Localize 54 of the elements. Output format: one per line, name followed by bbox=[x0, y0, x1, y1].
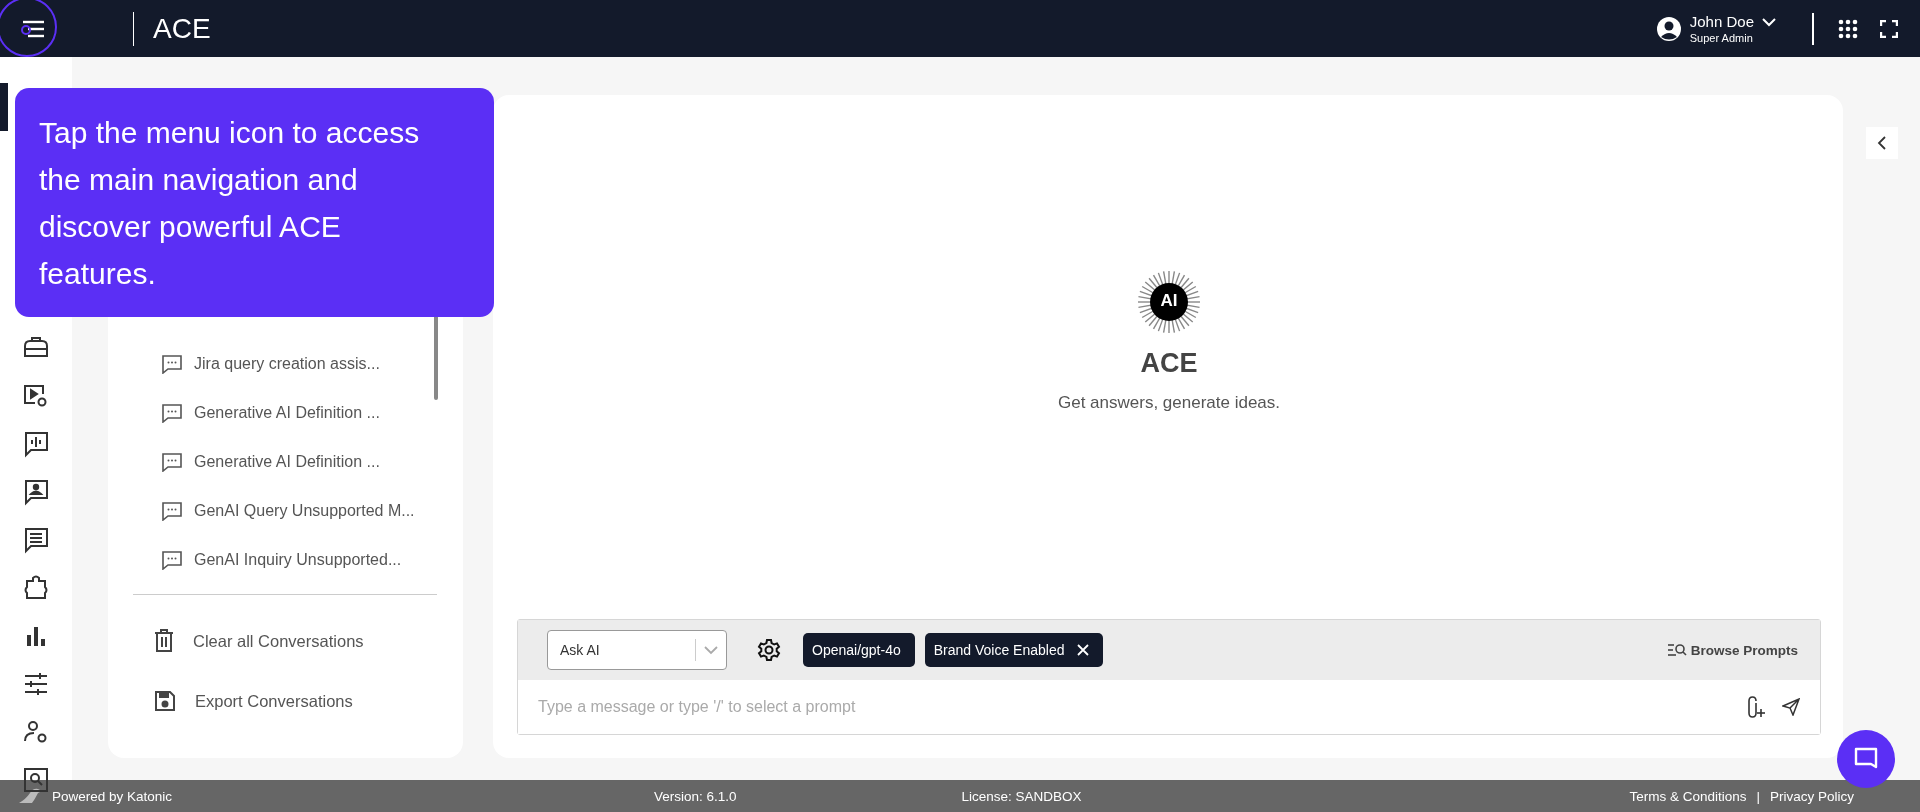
trash-icon bbox=[154, 629, 174, 653]
send-icon[interactable] bbox=[1782, 698, 1800, 716]
user-menu[interactable]: John Doe Super Admin bbox=[1655, 13, 1776, 44]
list-chat-icon[interactable] bbox=[22, 526, 50, 554]
sliders-icon[interactable] bbox=[22, 670, 50, 698]
contact-chat-icon[interactable] bbox=[22, 478, 50, 506]
close-icon[interactable] bbox=[1076, 644, 1089, 656]
chevron-down-icon bbox=[704, 645, 718, 655]
ai-badge-text: AI bbox=[1160, 291, 1178, 311]
search-doc-icon[interactable] bbox=[22, 766, 50, 794]
scrollbar-thumb[interactable] bbox=[434, 314, 438, 400]
terms-link[interactable]: Terms & Conditions bbox=[1629, 788, 1747, 804]
puzzle-icon[interactable] bbox=[22, 574, 50, 602]
hero-subtitle: Get answers, generate ideas. bbox=[1057, 393, 1281, 413]
version-text: Version: 6.1.0 bbox=[654, 788, 737, 804]
attach-icon[interactable] bbox=[1746, 695, 1766, 719]
browse-prompts-button[interactable]: Browse Prompts bbox=[1660, 641, 1804, 659]
chat-bubble-icon bbox=[161, 500, 183, 521]
user-name: John Doe bbox=[1689, 13, 1754, 30]
separator: | bbox=[1756, 788, 1760, 804]
chip-label: Brand Voice Enabled bbox=[933, 642, 1065, 658]
tooltip-text: Tap the menu icon to access the main navigation and discover powerful ACE features. bbox=[39, 115, 421, 292]
chat-bubble-icon bbox=[161, 353, 183, 374]
chat-bubble-icon bbox=[161, 549, 183, 570]
conversation-action[interactable]: Clear all Conversations bbox=[133, 611, 437, 671]
chevron-left-icon bbox=[1876, 135, 1887, 151]
license-text: License: SANDBOX bbox=[961, 788, 1082, 804]
chevron-down-icon bbox=[1762, 16, 1776, 27]
settings-icon[interactable] bbox=[757, 638, 781, 662]
voice-chat-icon[interactable] bbox=[22, 430, 50, 458]
avatar-icon bbox=[1655, 15, 1682, 42]
conversation-item[interactable]: Jira query creation assis... bbox=[133, 339, 437, 388]
menu-icon bbox=[20, 18, 46, 39]
conversation-item[interactable]: GenAI Query Unsupported M... bbox=[133, 486, 437, 535]
apps-grid-icon[interactable] bbox=[1838, 18, 1858, 39]
conversation-item[interactable]: Generative AI Definition ... bbox=[133, 437, 437, 486]
app-title: ACE bbox=[153, 12, 211, 45]
save-icon bbox=[154, 690, 176, 712]
search-list-icon bbox=[1666, 643, 1687, 657]
fullscreen-icon[interactable] bbox=[1880, 19, 1898, 38]
ai-logo-icon bbox=[1136, 269, 1202, 335]
conversation-item[interactable]: Generative AI Definition ... bbox=[133, 388, 437, 437]
hero-title: ACE bbox=[1140, 348, 1198, 379]
conversation-action[interactable]: Export Conversations bbox=[133, 671, 437, 731]
chat-bubble-icon bbox=[161, 451, 183, 472]
chip-label: Openai/gpt-4o bbox=[812, 642, 901, 658]
powered-by-text: Powered by Katonic bbox=[52, 788, 174, 804]
chat-bubble-icon bbox=[161, 402, 183, 423]
mode-select[interactable]: Ask AI bbox=[547, 630, 727, 670]
privacy-link[interactable]: Privacy Policy bbox=[1769, 788, 1854, 804]
collapse-button[interactable] bbox=[1865, 127, 1898, 159]
user-role: Super Admin bbox=[1689, 32, 1754, 44]
chat-button[interactable] bbox=[1837, 730, 1895, 788]
conversation-item[interactable]: GenAI Inquiry Unsupported... bbox=[133, 535, 437, 584]
